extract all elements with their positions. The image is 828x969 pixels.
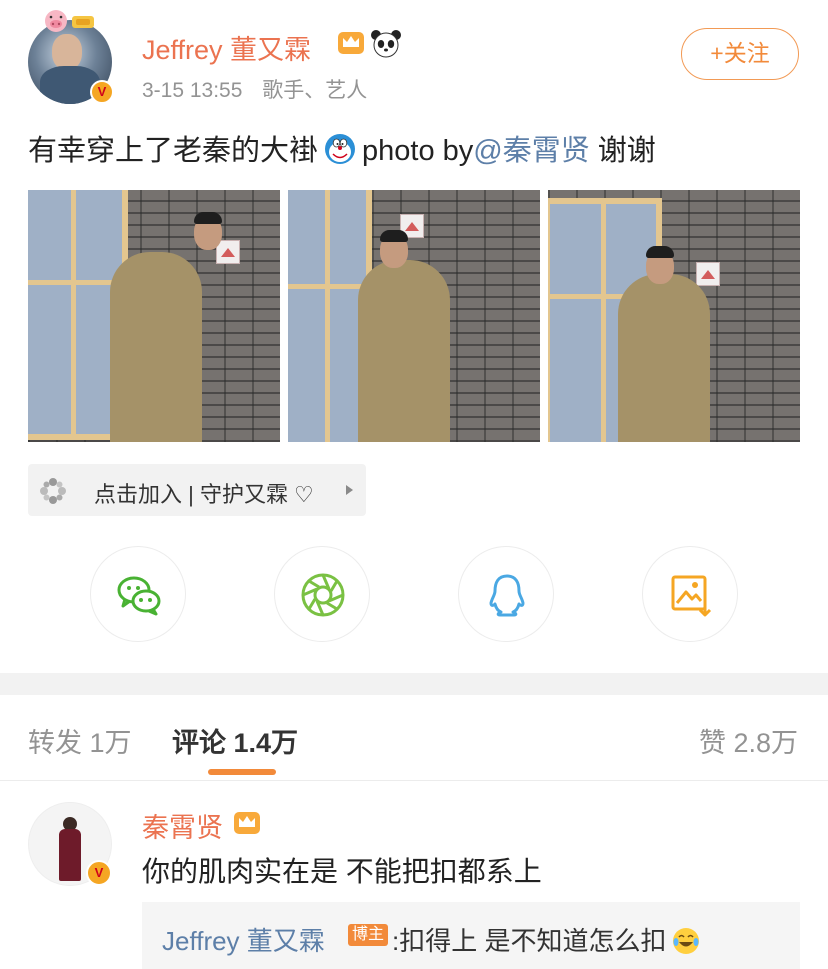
save-image-button[interactable]: [642, 546, 738, 642]
super-topic-label: 点击加入 | 守护又霖 ♡: [94, 482, 314, 507]
author-profession: 歌手、艺人: [262, 79, 368, 102]
section-divider: [0, 673, 828, 695]
mention-link[interactable]: @秦霄贤: [473, 135, 589, 167]
moments-icon: [301, 573, 345, 617]
share-wechat-button[interactable]: [90, 546, 186, 642]
panda-icon: [371, 30, 401, 58]
reply-text-body: :扣得上 是不知道怎么扣: [392, 926, 667, 956]
reply-text: :扣得上 是不知道怎么扣: [392, 921, 700, 958]
author-avatar[interactable]: V: [28, 10, 114, 104]
sign-icon: [696, 262, 720, 286]
commenter-name[interactable]: 秦霄贤: [142, 806, 223, 845]
save-image-icon: [671, 575, 712, 617]
doraemon-icon: [325, 134, 356, 164]
follow-button[interactable]: +关注: [681, 28, 799, 80]
post-header: V Jeffrey 董又霖 3-15 13:55 歌手、艺人 +关注: [0, 0, 828, 120]
comment-reply[interactable]: Jeffrey 董又霖 博主 :扣得上 是不知道怎么扣: [142, 902, 800, 969]
tab-comment[interactable]: 评论 1.4万: [172, 721, 298, 760]
tab-repost[interactable]: 转发 1万: [28, 721, 132, 760]
wechat-icon: [117, 576, 161, 616]
comment-text: 你的肌肉实在是 不能把扣都系上: [142, 856, 542, 887]
pig-icon: [45, 10, 94, 32]
post-text: 有幸穿上了老秦的大褂 photo by@秦霄贤 谢谢: [28, 127, 656, 169]
crown-icon: [234, 812, 260, 834]
crown-icon: [338, 32, 364, 54]
post-photo-3[interactable]: [548, 190, 800, 442]
post-text-prefix: 有幸穿上了老秦的大褂: [28, 135, 319, 167]
post-photo-1[interactable]: [28, 190, 280, 442]
author-badge: 博主: [348, 924, 389, 946]
post-text-suffix: 谢谢: [597, 135, 656, 167]
chevron-right-icon: [346, 485, 353, 495]
author-name[interactable]: Jeffrey 董又霖: [142, 28, 311, 67]
share-moments-button[interactable]: [274, 546, 370, 642]
post-text-photo-by: photo by: [362, 135, 474, 167]
active-tab-indicator: [208, 769, 276, 775]
verified-v-icon: V: [86, 860, 112, 886]
reply-author[interactable]: Jeffrey 董又霖: [162, 921, 325, 958]
laughing-crying-icon: [673, 928, 700, 954]
post-meta: 3-15 13:55 歌手、艺人: [142, 74, 367, 104]
verified-v-icon: V: [90, 80, 114, 104]
qq-icon: [489, 574, 525, 617]
post-photo-2[interactable]: [288, 190, 540, 442]
interaction-tabs: 转发 1万 评论 1.4万 赞 2.8万: [0, 695, 828, 781]
post-timestamp: 3-15 13:55: [142, 79, 243, 102]
pinwheel-icon: [40, 478, 66, 504]
share-qq-button[interactable]: [458, 546, 554, 642]
tab-like[interactable]: 赞 2.8万: [699, 721, 798, 760]
super-topic-bar[interactable]: 点击加入 | 守护又霖 ♡: [28, 464, 366, 516]
